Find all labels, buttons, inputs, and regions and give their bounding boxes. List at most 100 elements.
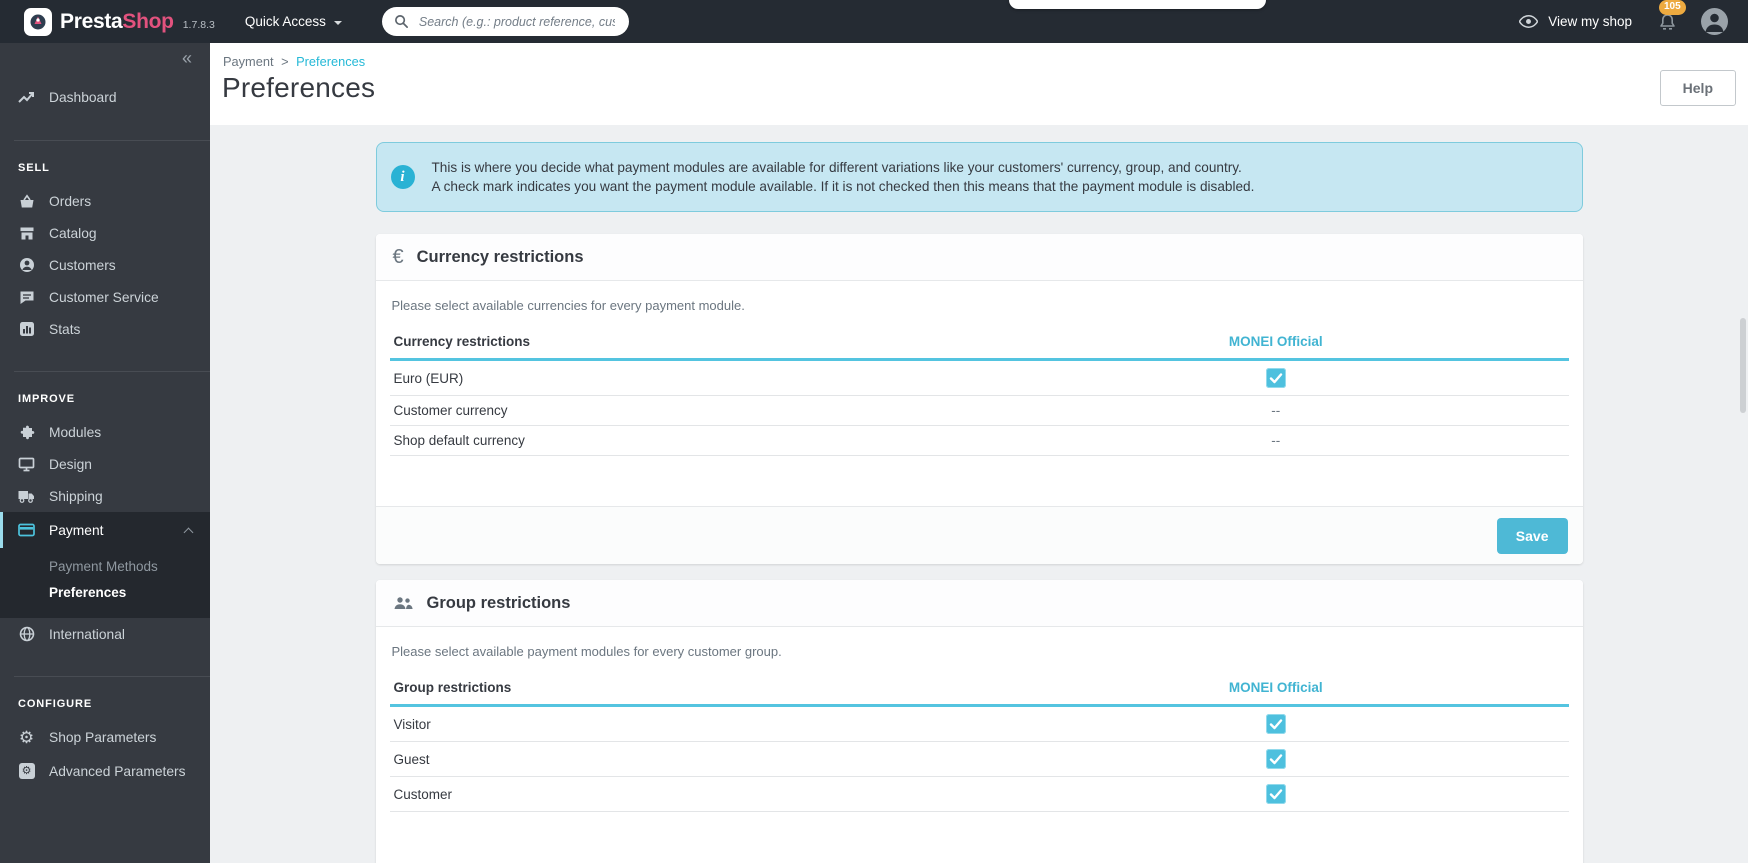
group-panel-title: Group restrictions <box>426 593 571 612</box>
sidebar-item-stats[interactable]: Stats <box>0 313 210 345</box>
sidebar-item-customers[interactable]: Customers <box>0 249 210 281</box>
column-header-group: Group restrictions <box>389 671 979 707</box>
table-row: Visitor <box>389 705 1569 742</box>
basket-icon <box>18 193 35 210</box>
page-header: Payment > Preferences Preferences Help <box>210 43 1748 125</box>
row-label: Euro (EUR) <box>389 359 979 396</box>
currency-restrictions-table: Currency restrictions MONEI Official Eur… <box>389 325 1569 456</box>
quick-access-menu[interactable]: Quick Access <box>245 14 342 29</box>
sidebar-item-advanced-parameters[interactable]: ⚙ Advanced Parameters <box>0 755 210 787</box>
euro-eur-checkbox[interactable] <box>1265 368 1286 388</box>
table-row: Euro (EUR) <box>389 359 1569 396</box>
currency-panel-body: Please select available currencies for e… <box>376 281 1583 506</box>
group-restrictions-panel: Group restrictions Please select availab… <box>375 580 1583 863</box>
sidebar-item-preferences[interactable]: Preferences <box>0 579 210 605</box>
group-restrictions-table: Group restrictions MONEI Official Visito… <box>389 671 1569 812</box>
sidebar-item-label: International <box>49 626 125 642</box>
sidebar-item-catalog[interactable]: Catalog <box>0 217 210 249</box>
globe-icon <box>18 626 35 643</box>
top-bar: PrestaShop 1.7.8.3 Quick Access View my … <box>0 0 1748 43</box>
column-header-monei[interactable]: MONEI Official <box>979 325 1569 361</box>
checkmark-icon <box>1269 754 1282 765</box>
row-label: Visitor <box>389 705 979 742</box>
sidebar-item-label: Dashboard <box>49 89 117 105</box>
group-panel-body: Please select available payment modules … <box>376 627 1583 863</box>
notification-count-badge: 105 <box>1659 0 1686 15</box>
sidebar-item-label: Advanced Parameters <box>49 763 186 779</box>
customer-icon <box>18 257 35 274</box>
table-row: Guest <box>389 741 1569 777</box>
scrollbar-thumb[interactable] <box>1740 318 1746 413</box>
eye-icon <box>1519 15 1539 28</box>
sidebar-section-configure: CONFIGURE <box>18 698 93 710</box>
column-header-monei[interactable]: MONEI Official <box>979 671 1569 707</box>
info-alert-line2: A check mark indicates you want the paym… <box>431 179 1255 194</box>
sidebar-subitem-label: Preferences <box>49 584 127 600</box>
user-avatar[interactable] <box>1701 8 1728 35</box>
sidebar-item-payment[interactable]: Payment <box>0 512 210 548</box>
version-label: 1.7.8.3 <box>182 19 215 31</box>
truck-icon <box>18 488 35 505</box>
view-my-shop-label: View my shop <box>1548 14 1632 29</box>
quick-access-label: Quick Access <box>244 14 326 29</box>
row-label: Customer currency <box>389 395 979 426</box>
global-search[interactable] <box>381 7 629 36</box>
sidebar-item-label: Stats <box>49 321 81 337</box>
sidebar-item-label: Catalog <box>49 225 97 241</box>
notifications-button[interactable]: 105 <box>1658 0 1686 36</box>
column-header-currency: Currency restrictions <box>389 325 979 361</box>
brand-presta: Presta <box>60 9 123 33</box>
currency-restrictions-panel: € Currency restrictions Please select av… <box>375 234 1583 564</box>
chevron-down-icon <box>333 20 342 25</box>
currency-panel-header: € Currency restrictions <box>375 234 1583 281</box>
view-my-shop-link[interactable]: View my shop <box>1519 14 1632 29</box>
sidebar-collapse-button[interactable]: « <box>0 43 210 67</box>
sidebar-item-shipping[interactable]: Shipping <box>0 480 210 512</box>
chevron-up-icon <box>183 527 194 537</box>
header-actions: View my shop 105 <box>1519 0 1748 36</box>
gear-icon: ⚙ <box>18 727 35 747</box>
save-button[interactable]: Save <box>1496 517 1568 554</box>
row-label: Customer <box>389 776 979 812</box>
table-row: Customer currency -- <box>389 395 1569 426</box>
sidebar-item-payment-methods[interactable]: Payment Methods <box>0 553 210 579</box>
row-value: -- <box>979 395 1569 426</box>
visitor-checkbox[interactable] <box>1265 714 1286 734</box>
main-content: Payment > Preferences Preferences Help i… <box>210 43 1748 863</box>
guest-checkbox[interactable] <box>1265 749 1286 769</box>
header-notch <box>1009 0 1266 9</box>
breadcrumb-parent[interactable]: Payment <box>223 54 274 69</box>
help-button[interactable]: Help <box>1659 70 1736 106</box>
row-value: -- <box>979 425 1569 456</box>
bar-chart-icon <box>18 321 35 338</box>
currency-panel-footer: Save <box>375 506 1583 564</box>
sidebar-item-design[interactable]: Design <box>0 448 210 480</box>
gear-box-icon: ⚙ <box>18 763 35 780</box>
currency-panel-description: Please select available currencies for e… <box>391 298 745 313</box>
puzzle-icon <box>18 424 35 441</box>
sidebar-item-orders[interactable]: Orders <box>0 185 210 217</box>
breadcrumb-current[interactable]: Preferences <box>296 54 365 69</box>
sidebar-item-international[interactable]: International <box>0 618 210 650</box>
search-input[interactable] <box>416 13 617 30</box>
brand-name: PrestaShop <box>60 10 174 34</box>
table-row: Customer <box>389 776 1569 812</box>
sidebar-item-label: Customer Service <box>49 289 159 305</box>
sidebar-item-label: Orders <box>49 193 92 209</box>
content-column: i This is where you decide what payment … <box>375 142 1583 863</box>
sidebar-section-improve: IMPROVE <box>18 393 76 405</box>
sidebar-item-customer-service[interactable]: Customer Service <box>0 281 210 313</box>
payment-submenu: Payment Methods Preferences <box>0 548 210 618</box>
monitor-icon <box>18 456 35 473</box>
info-alert-line1: This is where you decide what payment mo… <box>431 160 1242 175</box>
sidebar-item-dashboard[interactable]: Dashboard <box>0 80 210 114</box>
sidebar-item-modules[interactable]: Modules <box>0 416 210 448</box>
search-icon <box>394 15 408 28</box>
bell-icon <box>1660 13 1675 30</box>
prestashop-logo <box>24 7 52 36</box>
sidebar-section-sell: SELL <box>18 162 50 174</box>
people-icon <box>393 596 414 611</box>
customer-checkbox[interactable] <box>1265 784 1286 804</box>
row-label: Guest <box>389 741 979 777</box>
sidebar-item-shop-parameters[interactable]: ⚙ Shop Parameters <box>0 721 210 753</box>
